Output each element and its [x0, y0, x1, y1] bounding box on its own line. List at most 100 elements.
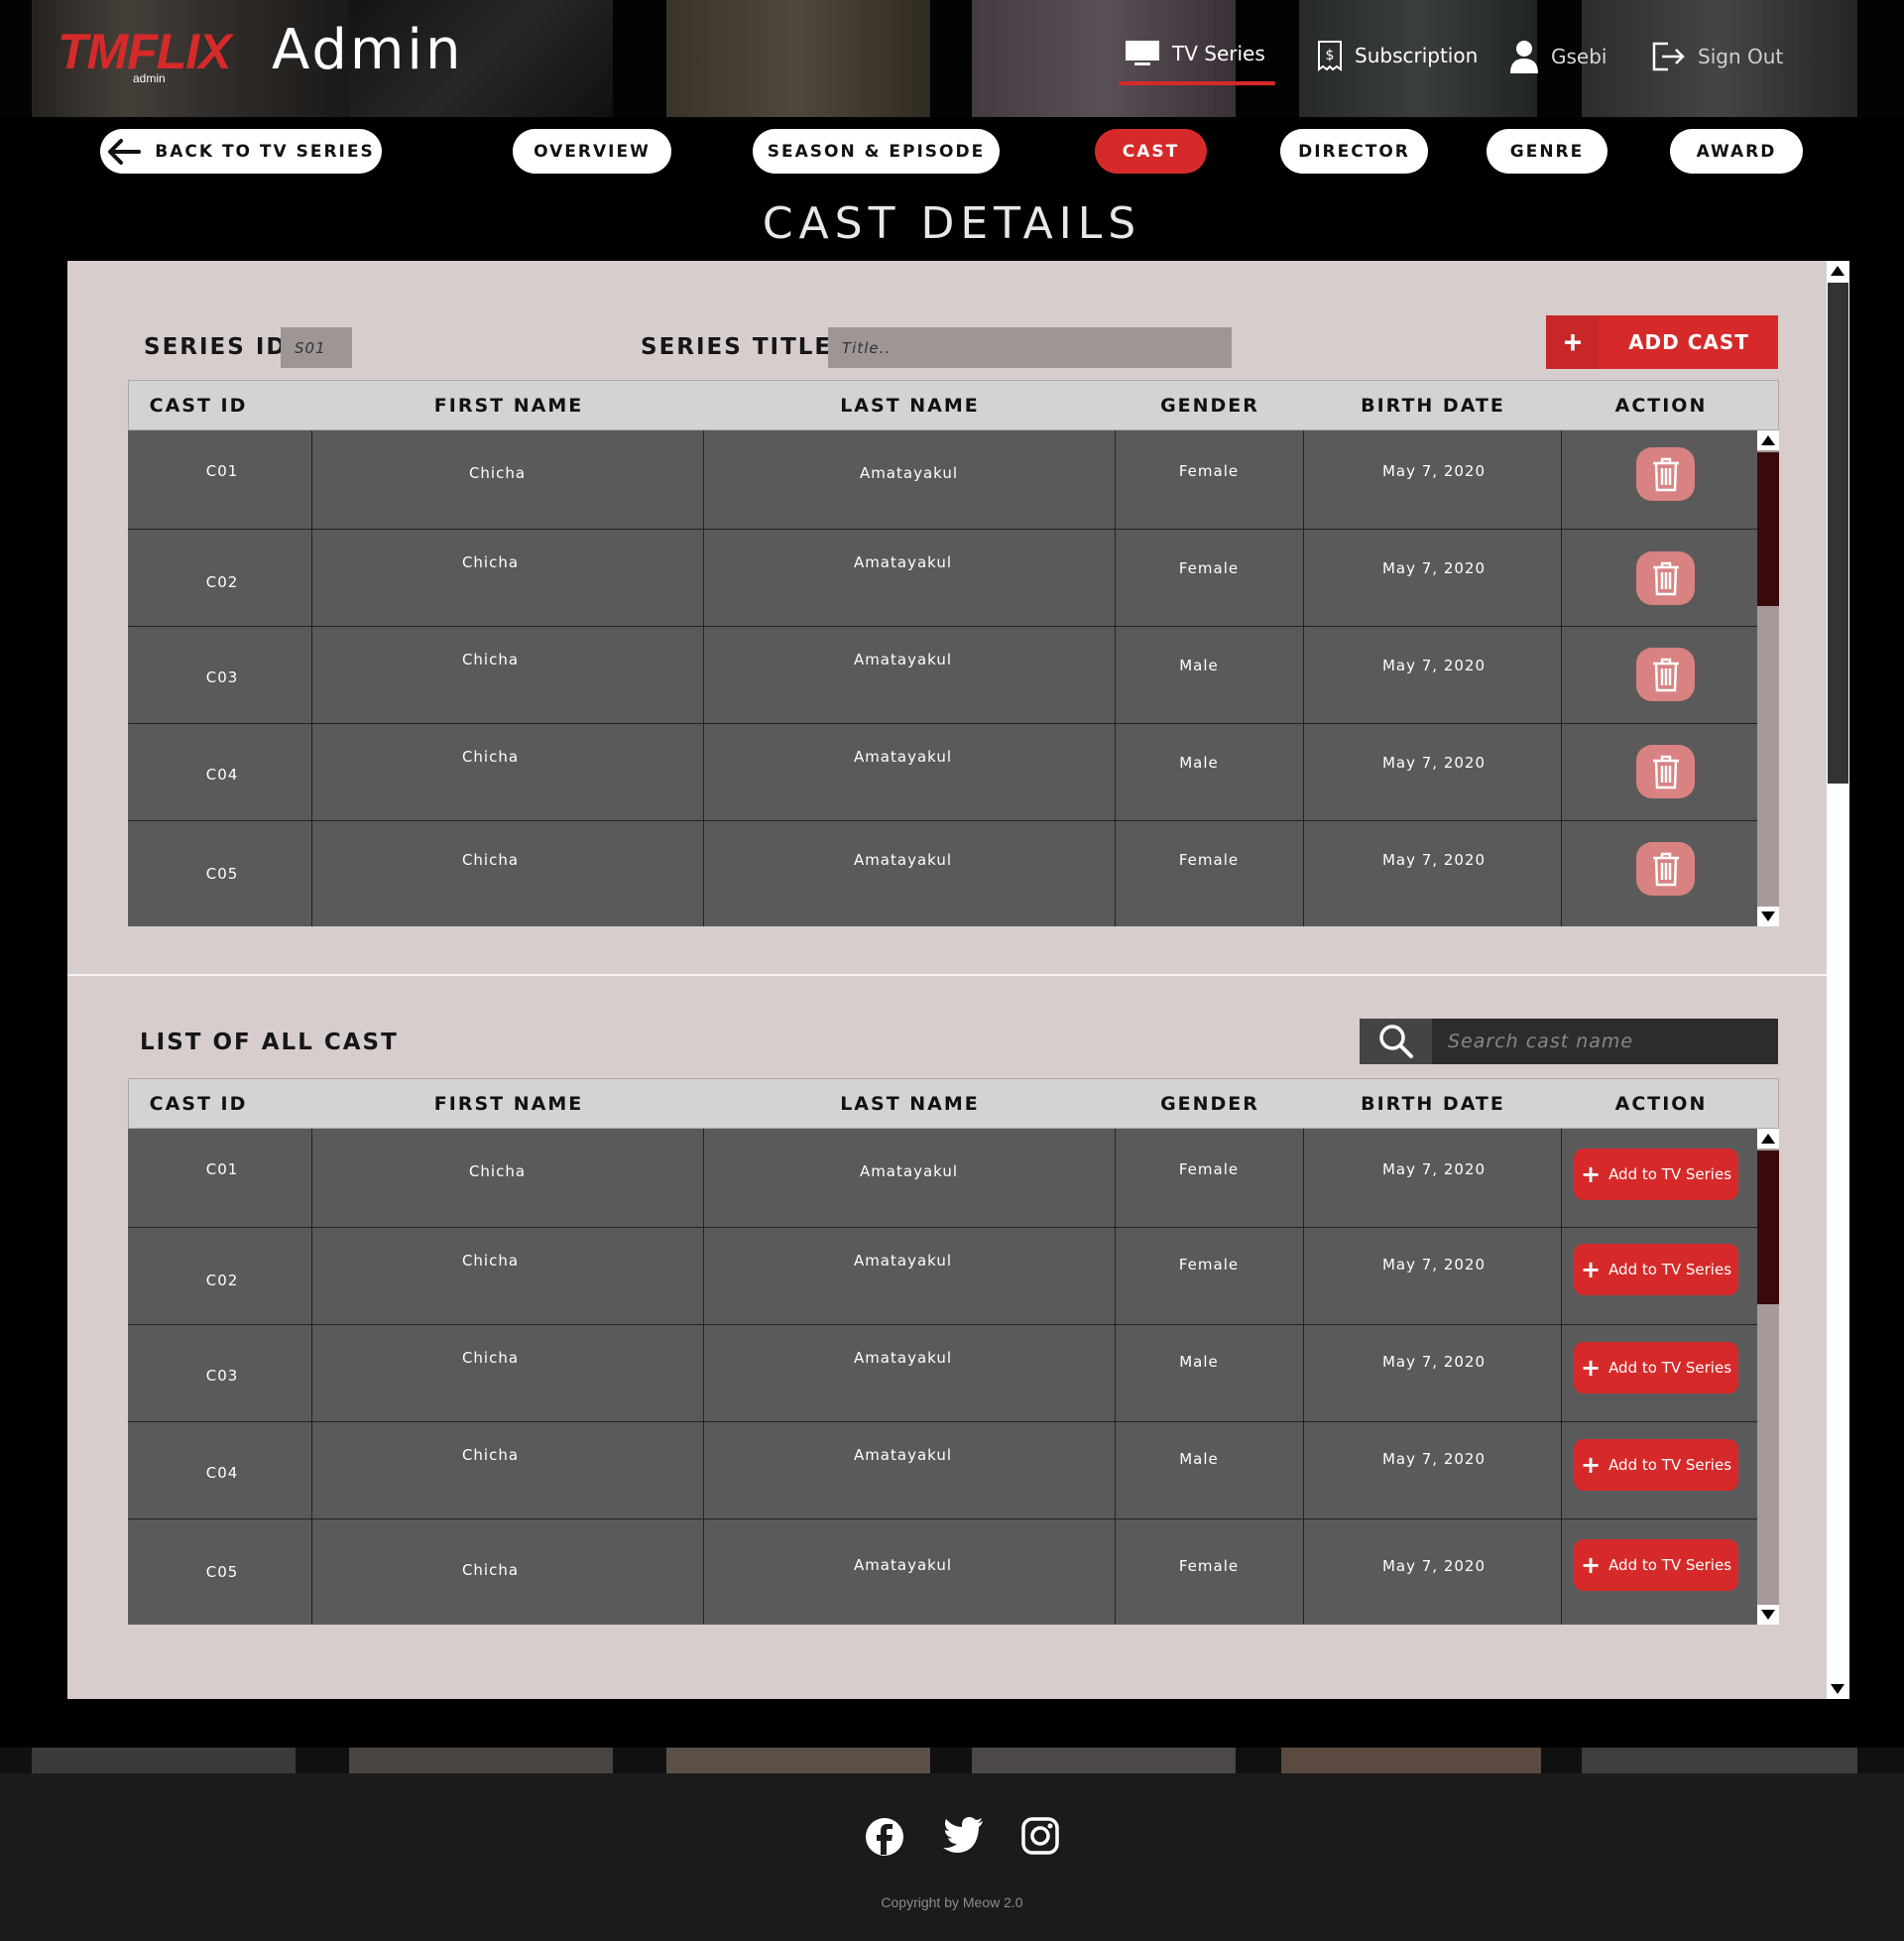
receipt-icon: $: [1318, 41, 1342, 71]
scroll-thumb[interactable]: [1757, 1151, 1779, 1304]
all-cast-title: LIST OF ALL CAST: [140, 1030, 399, 1055]
last-name-cell: Amatayakul: [853, 553, 953, 571]
cast-search[interactable]: Search cast name: [1360, 1019, 1778, 1064]
last-name-cell: Amatayakul: [853, 651, 953, 668]
table-row[interactable]: C03 Chicha Amatayakul Male May 7, 2020: [128, 627, 1757, 724]
table-row[interactable]: C03 Chicha Amatayakul Male May 7, 2020 +…: [128, 1325, 1757, 1422]
delete-button[interactable]: [1636, 842, 1695, 896]
nav-user[interactable]: Gsebi: [1509, 40, 1606, 73]
plus-icon: +: [1546, 315, 1600, 369]
scroll-down-icon[interactable]: [1761, 911, 1775, 921]
tab-cast[interactable]: CAST: [1095, 129, 1207, 174]
add-to-tv-series-button[interactable]: + Add to TV Series: [1574, 1439, 1738, 1491]
arrow-left-icon: [108, 138, 142, 165]
scroll-thumb[interactable]: [1757, 452, 1779, 606]
facebook-icon[interactable]: [865, 1817, 904, 1857]
trash-icon: [1652, 561, 1679, 596]
nav-subscription-label: Subscription: [1355, 44, 1479, 67]
birth-date-cell: May 7, 2020: [1381, 1256, 1487, 1274]
table-scrollbar[interactable]: [1757, 1129, 1779, 1625]
cast-id-cell: C03: [205, 668, 239, 686]
tab-director[interactable]: DIRECTOR: [1280, 129, 1428, 174]
birth-date-cell: May 7, 2020: [1381, 1450, 1487, 1468]
cast-id-cell: C05: [205, 1563, 239, 1581]
add-to-tv-series-button[interactable]: + Add to TV Series: [1574, 1244, 1738, 1295]
first-name-cell: Chicha: [468, 464, 527, 482]
table-scrollbar[interactable]: [1757, 430, 1779, 926]
tab-overview[interactable]: OVERVIEW: [513, 129, 671, 174]
table-row[interactable]: C01 Chicha Amatayakul Female May 7, 2020: [128, 430, 1757, 530]
series-title-input[interactable]: Title..: [828, 327, 1232, 368]
trash-icon: [1652, 658, 1679, 692]
add-to-tv-series-button[interactable]: + Add to TV Series: [1574, 1149, 1738, 1200]
col-cast-id: CAST ID: [149, 395, 248, 417]
first-name-cell: Chicha: [461, 1446, 520, 1464]
delete-button[interactable]: [1636, 551, 1695, 605]
tab-genre[interactable]: GENRE: [1487, 129, 1607, 174]
tab-award[interactable]: AWARD: [1670, 129, 1803, 174]
last-name-cell: Amatayakul: [853, 1252, 953, 1270]
footer: Copyright by Meow 2.0: [0, 1773, 1904, 1941]
delete-button[interactable]: [1636, 447, 1695, 501]
gender-cell: Female: [1178, 559, 1240, 577]
add-cast-button[interactable]: + ADD CAST: [1546, 315, 1778, 369]
instagram-icon[interactable]: [1021, 1817, 1059, 1855]
tab-season-episode[interactable]: SEASON & EPISODE: [753, 129, 1000, 174]
nav-sign-out[interactable]: Sign Out: [1650, 40, 1783, 73]
col-gender: GENDER: [1160, 395, 1259, 417]
scroll-up-icon[interactable]: [1831, 266, 1844, 276]
gender-cell: Male: [1179, 754, 1219, 772]
panel-scrollbar[interactable]: [1827, 261, 1849, 1699]
table-header: CAST ID FIRST NAME LAST NAME GENDER BIRT…: [128, 1078, 1779, 1129]
user-icon: [1510, 41, 1538, 73]
active-nav-indicator: [1119, 81, 1275, 85]
table-row[interactable]: C02 Chicha Amatayakul Female May 7, 2020: [128, 530, 1757, 627]
table-row[interactable]: C05 Chicha Amatayakul Female May 7, 2020…: [128, 1519, 1757, 1625]
col-gender: GENDER: [1160, 1093, 1259, 1115]
col-last-name: LAST NAME: [840, 1093, 980, 1115]
last-name-cell: Amatayakul: [859, 464, 959, 482]
admin-title: Admin: [272, 18, 464, 82]
plus-icon: +: [1580, 1256, 1602, 1283]
series-id-field[interactable]: S01: [281, 327, 352, 368]
add-to-tv-series-button[interactable]: + Add to TV Series: [1574, 1539, 1738, 1591]
table-row[interactable]: C02 Chicha Amatayakul Female May 7, 2020…: [128, 1228, 1757, 1325]
add-to-tv-series-label: Add to TV Series: [1608, 1261, 1732, 1278]
cast-id-cell: C03: [205, 1367, 239, 1385]
table-row[interactable]: C04 Chicha Amatayakul Male May 7, 2020 +…: [128, 1422, 1757, 1519]
scroll-down-icon[interactable]: [1831, 1684, 1844, 1694]
birth-date-cell: May 7, 2020: [1381, 1353, 1487, 1371]
first-name-cell: Chicha: [461, 1349, 520, 1367]
table-row[interactable]: C01 Chicha Amatayakul Female May 7, 2020…: [128, 1129, 1757, 1228]
gender-cell: Male: [1179, 1450, 1219, 1468]
scroll-up-icon[interactable]: [1761, 1134, 1775, 1144]
cast-id-cell: C02: [205, 1272, 239, 1289]
delete-button[interactable]: [1636, 648, 1695, 701]
table-row[interactable]: C04 Chicha Amatayakul Male May 7, 2020: [128, 724, 1757, 821]
scroll-thumb[interactable]: [1828, 283, 1848, 784]
search-input[interactable]: Search cast name: [1432, 1031, 1633, 1052]
table-body: C01 Chicha Amatayakul Female May 7, 2020…: [128, 430, 1779, 926]
back-to-tv-series-button[interactable]: BACK TO TV SERIES: [100, 129, 382, 174]
series-id-label: SERIES ID:: [144, 334, 298, 360]
cast-id-cell: C05: [205, 865, 239, 883]
twitter-icon[interactable]: [942, 1817, 984, 1853]
social-links: [865, 1817, 1059, 1857]
scroll-down-icon[interactable]: [1761, 1610, 1775, 1620]
search-icon[interactable]: [1360, 1019, 1432, 1064]
table-row[interactable]: C05 Chicha Amatayakul Female May 7, 2020: [128, 821, 1757, 926]
nav-subscription[interactable]: $ Subscription: [1317, 40, 1478, 71]
gender-cell: Male: [1179, 657, 1219, 674]
nav-tv-series[interactable]: TV Series: [1125, 40, 1265, 67]
delete-button[interactable]: [1636, 745, 1695, 798]
header: TMFLIX admin Admin TV Series $ Subscript…: [0, 0, 1904, 117]
trash-icon: [1652, 457, 1679, 492]
copyright: Copyright by Meow 2.0: [881, 1894, 1023, 1910]
col-action: ACTION: [1614, 395, 1708, 417]
add-to-tv-series-button[interactable]: + Add to TV Series: [1574, 1342, 1738, 1394]
scroll-up-icon[interactable]: [1761, 435, 1775, 445]
add-to-tv-series-label: Add to TV Series: [1608, 1165, 1732, 1183]
table-body: C01 Chicha Amatayakul Female May 7, 2020…: [128, 1129, 1779, 1625]
plus-icon: +: [1580, 1160, 1602, 1188]
tmflix-logo[interactable]: TMFLIX admin: [58, 22, 232, 87]
